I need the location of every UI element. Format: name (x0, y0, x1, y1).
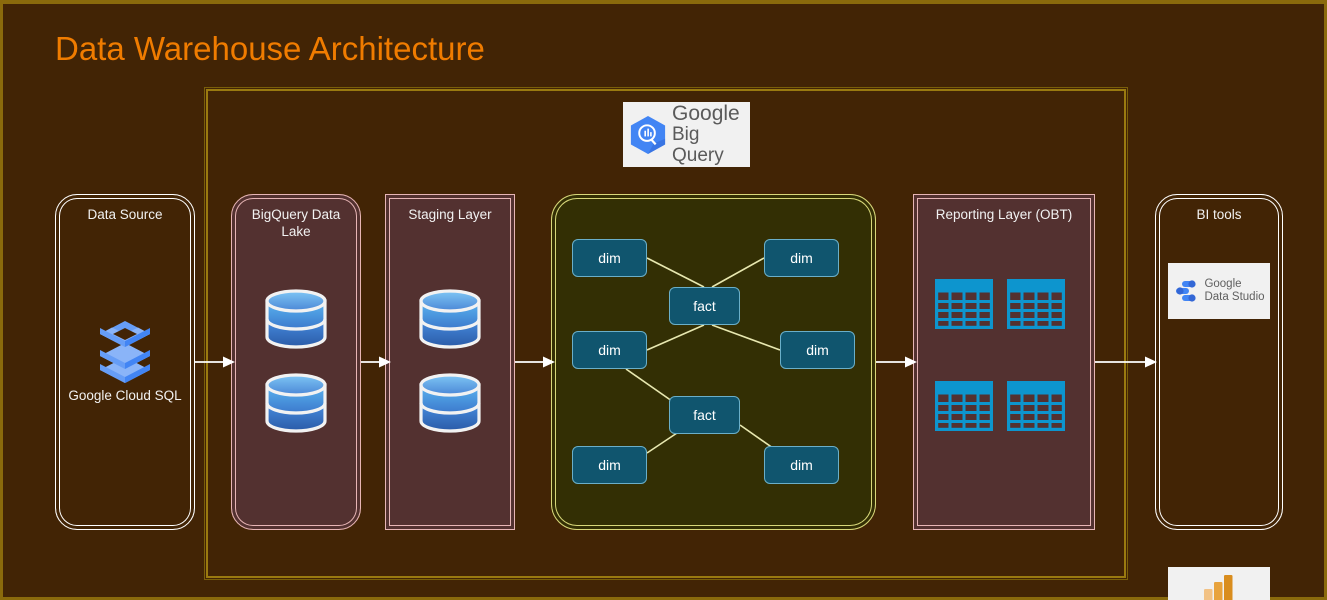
data-source-container[interactable]: Data Source Google Cloud SQL (55, 194, 195, 530)
google-bigquery-logo: Google Big Query (623, 102, 750, 167)
star-node-fact-upper[interactable]: fact (669, 287, 740, 325)
google-data-studio-logo[interactable]: Google Data Studio (1168, 263, 1270, 319)
star-node-dim-mid-left[interactable]: dim (572, 331, 647, 369)
diagram-canvas: Data Warehouse Architecture Google Big Q… (0, 0, 1327, 600)
reporting-layer-container[interactable]: Reporting Layer (OBT) (913, 194, 1095, 530)
staging-layer-container[interactable]: Staging Layer (385, 194, 515, 530)
star-node-dim-mid-right[interactable]: dim (780, 331, 855, 369)
star-node-dim-top-right[interactable]: dim (764, 239, 839, 277)
power-bi-logo[interactable]: Power BI (1168, 567, 1270, 600)
bigquery-hexagon-magnifier-icon (629, 115, 667, 155)
star-schema-container[interactable]: dim dim fact dim dim fact dim dim (551, 194, 876, 530)
arrow-reporting-to-bi (1095, 355, 1157, 369)
data-source-title: Data Source (56, 206, 194, 223)
star-node-dim-bottom-left[interactable]: dim (572, 446, 647, 484)
power-bi-bars-icon (1202, 574, 1236, 600)
database-cylinder-icon (263, 287, 329, 351)
bigquery-logo-text: Google Big Query (672, 103, 750, 167)
bigquery-logo-line1: Google (672, 103, 750, 126)
table-icon (935, 279, 993, 329)
data-studio-dots-icon (1173, 278, 1199, 304)
bi-tools-title: BI tools (1156, 206, 1282, 223)
table-icon (1007, 381, 1065, 431)
bigquery-data-lake-container[interactable]: BigQuery Data Lake (231, 194, 361, 530)
data-studio-line2: Data Studio (1204, 291, 1264, 304)
arrow-lake-to-staging (361, 355, 391, 369)
arrow-source-to-lake (195, 355, 235, 369)
google-cloud-sql-icon (91, 317, 159, 385)
star-node-fact-lower[interactable]: fact (669, 396, 740, 434)
star-node-dim-bottom-right[interactable]: dim (764, 446, 839, 484)
bigquery-logo-line2: Big Query (672, 125, 750, 166)
google-cloud-sql-label: Google Cloud SQL (56, 388, 194, 403)
reporting-layer-title: Reporting Layer (OBT) (914, 206, 1094, 223)
data-studio-logo-text: Google Data Studio (1204, 278, 1264, 303)
database-cylinder-icon (417, 371, 483, 435)
table-icon (935, 381, 993, 431)
page-title: Data Warehouse Architecture (55, 30, 485, 68)
arrow-star-to-reporting (876, 355, 917, 369)
bi-tools-container[interactable]: BI tools Google Data Studio Power BI (1155, 194, 1283, 530)
bigquery-data-lake-title: BigQuery Data Lake (232, 206, 360, 241)
database-cylinder-icon (263, 371, 329, 435)
data-studio-line1: Google (1204, 278, 1264, 291)
staging-layer-title: Staging Layer (386, 206, 514, 223)
table-icon (1007, 279, 1065, 329)
database-cylinder-icon (417, 287, 483, 351)
star-node-dim-top-left[interactable]: dim (572, 239, 647, 277)
arrow-staging-to-star (515, 355, 555, 369)
